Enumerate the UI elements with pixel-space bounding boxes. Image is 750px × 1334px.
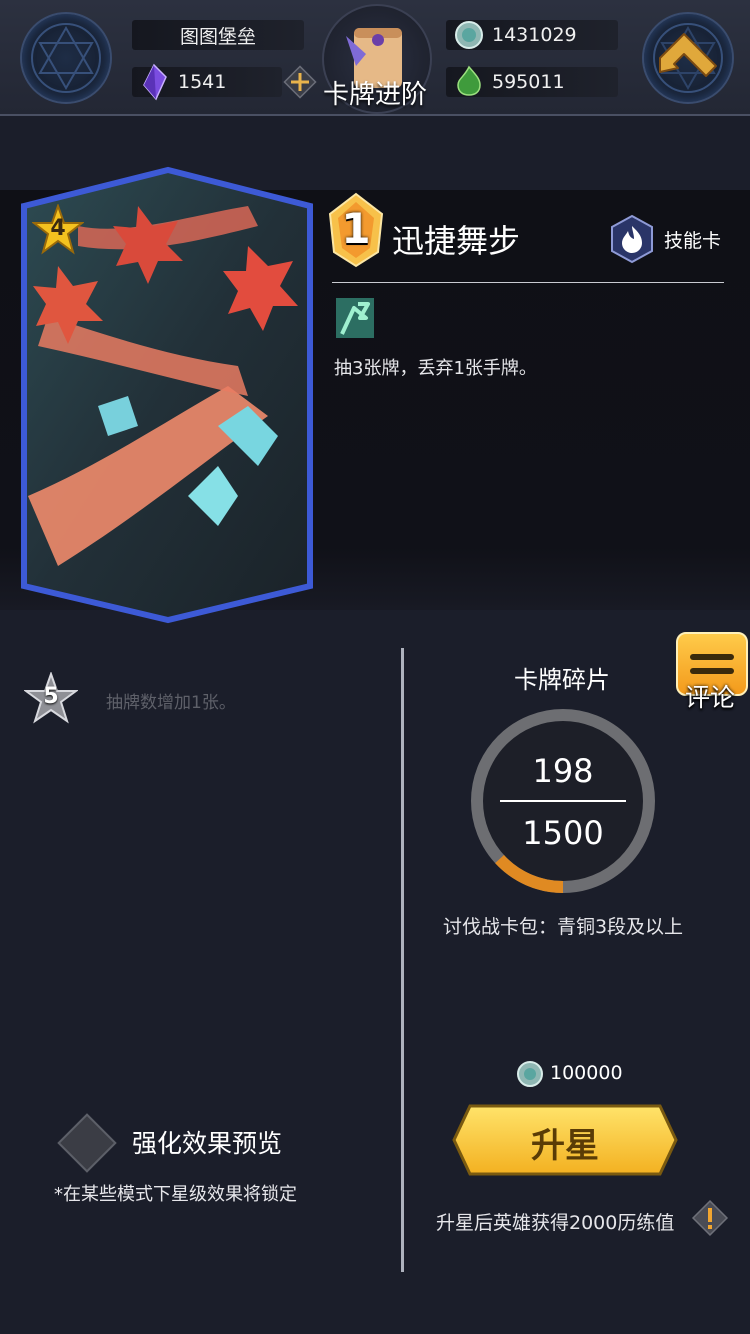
exclamation-icon [691, 1199, 729, 1237]
gem-counter: 1541 [132, 63, 282, 101]
upgrade-button-label: 升星 [531, 1126, 599, 1166]
diamond-checkbox-icon [57, 1113, 117, 1173]
player-name: 图图堡垒 [179, 25, 256, 48]
card-type-label: 技能卡 [664, 230, 722, 252]
upgrade-reward-text: 升星后英雄获得2000历练值 [436, 1212, 675, 1234]
card-description: 抽3张牌，丢弃1张手牌。 [334, 358, 537, 379]
star-bonus-badge: 5 [24, 672, 78, 724]
card-star-level: 4 [50, 216, 66, 241]
purple-crystal-icon [140, 63, 168, 106]
star-bonus-text: 抽牌数增加1张。 [106, 693, 236, 713]
fragments-current: 198 [532, 752, 594, 790]
silver-coin-icon [454, 20, 484, 55]
star-bonus-level: 5 [43, 684, 59, 709]
add-gems-button[interactable] [282, 64, 318, 100]
card-cost-badge: 1 [328, 192, 384, 268]
upgrade-cost: 100000 [550, 1062, 623, 1084]
hexagram-emblem-icon [20, 12, 112, 104]
comment-label: 评论 [684, 683, 735, 712]
comment-button[interactable]: 评论 [674, 630, 748, 712]
green-flame-icon [454, 65, 484, 102]
preview-label[interactable]: 强化效果预览 [132, 1124, 282, 1160]
fragments-fraction-line [500, 800, 626, 802]
gem-amount: 1541 [178, 71, 227, 93]
emerald-amount: 595011 [492, 71, 565, 93]
card-cost: 1 [341, 204, 371, 253]
upgrade-star-button[interactable]: 升星 [452, 1104, 678, 1176]
card-art[interactable]: 4 [18, 166, 316, 624]
emerald-counter: 595011 [446, 65, 618, 97]
draw-effect-icon [332, 294, 378, 342]
fragments-source: 讨伐战卡包：青铜3段及以上 [442, 916, 684, 938]
preview-note: *在某些模式下星级效果将锁定 [54, 1184, 297, 1205]
back-button[interactable] [642, 12, 734, 104]
coin-counter: 1431029 [446, 20, 618, 50]
card-header-divider [332, 282, 724, 283]
silver-coin-icon [516, 1060, 544, 1088]
skill-card-type-icon [610, 214, 654, 264]
fragment-progress-ring: 198 1500 [468, 706, 658, 896]
card-star-badge: 4 [32, 204, 84, 256]
page-title: 卡牌进阶 [322, 80, 427, 110]
top-bar: 图图堡垒 1541 卡牌进阶 1431029 595011 [0, 0, 750, 116]
fragments-title: 卡牌碎片 [514, 666, 610, 694]
player-name-pill: 图图堡垒 [132, 20, 304, 50]
fragments-required: 1500 [522, 814, 604, 852]
preview-toggle[interactable] [57, 1113, 117, 1173]
return-arrow-icon [659, 33, 717, 77]
card-name: 迅捷舞步 [392, 222, 521, 260]
section-divider [401, 648, 404, 1272]
info-warning-button[interactable] [690, 1198, 730, 1238]
coin-amount: 1431029 [492, 24, 577, 46]
